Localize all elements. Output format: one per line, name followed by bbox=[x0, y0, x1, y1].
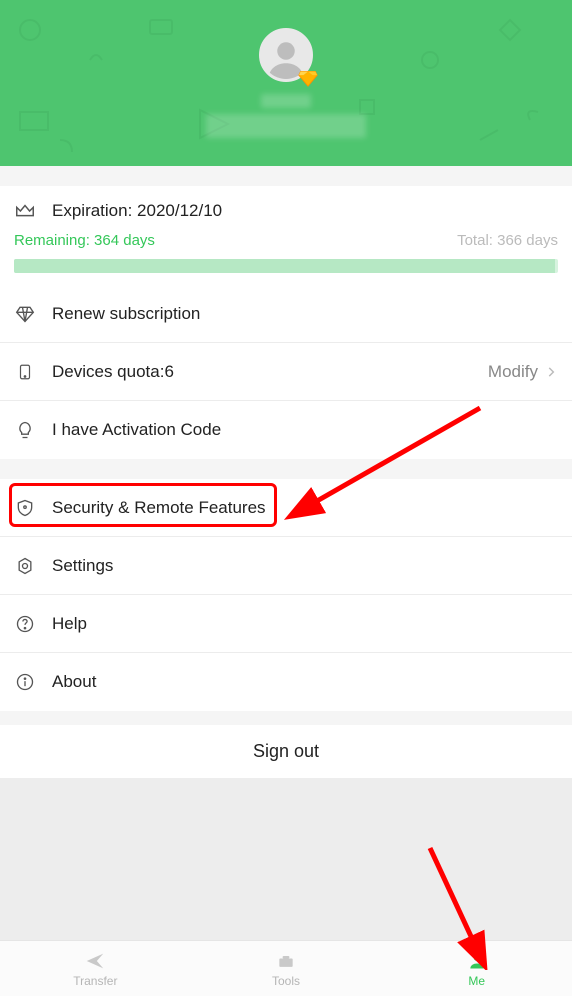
tab-me[interactable]: Me bbox=[381, 941, 572, 996]
tab-tools[interactable]: Tools bbox=[191, 941, 382, 996]
settings-row[interactable]: Settings bbox=[0, 537, 572, 595]
help-label: Help bbox=[52, 614, 558, 634]
sign-out-button[interactable]: Sign out bbox=[0, 725, 572, 778]
section-gap bbox=[0, 166, 572, 186]
total-days: Total: 366 days bbox=[457, 232, 558, 249]
devices-quota-row[interactable]: Devices quota:6 Modify bbox=[0, 343, 572, 401]
devices-quota-label: Devices quota:6 bbox=[52, 362, 488, 382]
tab-label: Transfer bbox=[73, 974, 117, 988]
menu-section: Security & Remote Features Settings Help… bbox=[0, 479, 572, 711]
crown-icon bbox=[14, 200, 36, 222]
me-icon bbox=[466, 950, 488, 972]
help-icon bbox=[14, 613, 36, 635]
diamond-icon bbox=[14, 303, 36, 325]
security-label: Security & Remote Features bbox=[52, 498, 558, 518]
info-icon bbox=[14, 671, 36, 693]
about-label: About bbox=[52, 672, 558, 692]
security-remote-row[interactable]: Security & Remote Features bbox=[0, 479, 572, 537]
device-icon bbox=[14, 361, 36, 383]
tools-icon bbox=[275, 950, 297, 972]
obscured-text-2 bbox=[206, 114, 366, 138]
profile-header bbox=[0, 0, 572, 166]
activation-code-row[interactable]: I have Activation Code bbox=[0, 401, 572, 459]
help-row[interactable]: Help bbox=[0, 595, 572, 653]
tab-label: Me bbox=[468, 974, 485, 988]
subscription-section: Renew subscription Devices quota:6 Modif… bbox=[0, 285, 572, 459]
renew-subscription-row[interactable]: Renew subscription bbox=[0, 285, 572, 343]
remaining-days: Remaining: 364 days bbox=[14, 232, 155, 249]
shield-icon bbox=[14, 497, 36, 519]
header-doodle-bg bbox=[0, 0, 572, 166]
expiration-progress-fill bbox=[14, 259, 555, 273]
chevron-right-icon bbox=[544, 365, 558, 379]
avatar-container[interactable] bbox=[259, 28, 313, 82]
lightbulb-icon bbox=[14, 419, 36, 441]
transfer-icon bbox=[84, 950, 106, 972]
about-row[interactable]: About bbox=[0, 653, 572, 711]
expiration-label: Expiration: 2020/12/10 bbox=[52, 201, 222, 221]
modify-link[interactable]: Modify bbox=[488, 362, 558, 382]
tab-label: Tools bbox=[272, 974, 300, 988]
vip-diamond-icon bbox=[297, 66, 319, 88]
obscured-text-1 bbox=[261, 94, 311, 108]
section-gap bbox=[0, 711, 572, 725]
gear-icon bbox=[14, 555, 36, 577]
activation-label: I have Activation Code bbox=[52, 420, 558, 440]
expiration-progress bbox=[14, 259, 558, 273]
expiration-block: Expiration: 2020/12/10 Remaining: 364 da… bbox=[0, 186, 572, 285]
bottom-nav: Transfer Tools Me bbox=[0, 940, 572, 996]
settings-label: Settings bbox=[52, 556, 558, 576]
tab-transfer[interactable]: Transfer bbox=[0, 941, 191, 996]
section-gap bbox=[0, 459, 572, 479]
renew-label: Renew subscription bbox=[52, 304, 558, 324]
